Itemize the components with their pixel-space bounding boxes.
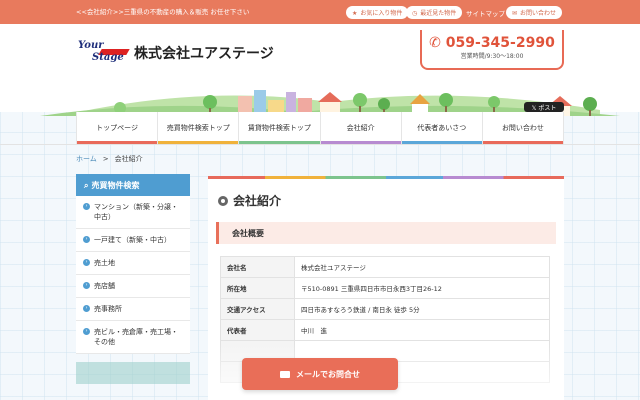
contact-top-button[interactable]: ✉ お問い合わせ <box>506 6 563 19</box>
nav-top-label: トップページ <box>96 124 139 132</box>
chevron-right-icon: › <box>83 236 90 243</box>
sitemap-link[interactable]: サイトマップ <box>466 8 505 18</box>
star-icon: ★ <box>352 10 358 17</box>
sidebar-item-label: 一戸建て（新築・中古） <box>94 236 171 244</box>
table-row: 交通アクセス 四日市あすなろう鉄道 / 南日永 徒歩 5分 <box>220 298 550 320</box>
table-value: 中川 進 <box>294 319 550 341</box>
mail-contact-button[interactable]: メールでお問合せ <box>242 358 398 390</box>
chevron-right-icon: › <box>83 282 90 289</box>
clock-icon: ◷ <box>412 10 418 17</box>
search-icon: ⌕ <box>84 181 89 190</box>
nav-company-label: 会社紹介 <box>346 124 375 132</box>
chevron-right-icon: › <box>83 203 90 210</box>
business-hours: 営業時間/9:30～18:00 <box>460 53 524 60</box>
nav-greeting-label: 代表者あいさつ <box>417 124 467 132</box>
breadcrumb-current: 会社紹介 <box>114 155 143 163</box>
sidebar-list: › マンション（新築・分譲・中古） › 一戸建て（新築・中古） › 売土地 › 売店舗 … <box>76 196 190 354</box>
logo-line2: Stage <box>92 52 124 63</box>
recent-label: 最近見た物件 <box>420 10 457 17</box>
sidebar-item-land[interactable]: › 売土地 <box>76 252 190 275</box>
logo-line1: Your <box>78 40 104 51</box>
sidebar-item-label: マンション（新築・分譲・中古） <box>94 203 178 221</box>
breadcrumb-home[interactable]: ホーム <box>76 155 97 163</box>
page-title: 会社紹介 <box>218 192 281 209</box>
table-row: 代表者 中川 進 <box>220 319 550 341</box>
chevron-right-icon: › <box>83 328 90 335</box>
favorites-label: お気に入り物件 <box>360 10 403 17</box>
page-title-text: 会社紹介 <box>233 194 282 208</box>
nav-rent-search[interactable]: 賃貸物件検索トップ <box>239 112 321 144</box>
nav-sale-label: 売買物件検索トップ <box>166 124 230 132</box>
contact-top-label: お問い合わせ <box>520 10 557 17</box>
nav-company[interactable]: 会社紹介 <box>320 112 402 144</box>
sidebar-heading: ⌕ 売買物件検索 <box>76 174 190 196</box>
table-row: 所在地 〒510-0891 三重県四日市市日永西3丁目26-12 <box>220 277 550 299</box>
table-key: 代表者 <box>220 319 295 341</box>
phone-text: 059-345-2990 <box>445 35 555 51</box>
global-nav: トップページ 売買物件検索トップ 賃貸物件検索トップ 会社紹介 代表者あいさつ … <box>76 112 565 144</box>
nav-rent-label: 賃貸物件検索トップ <box>247 124 311 132</box>
sidebar-item-office[interactable]: › 売事務所 <box>76 298 190 321</box>
sidebar-heading-2-faded <box>76 362 190 384</box>
table-value: 株式会社ユアステージ <box>294 256 550 278</box>
rainbow-bar <box>208 176 564 179</box>
section-heading: 会社概要 <box>216 222 556 244</box>
sidebar-item-label: 売店舗 <box>94 282 115 290</box>
mail-icon <box>280 371 290 378</box>
header: Your Stage 株式会社ユアステージ ✆ 059-345-2990 営業時… <box>0 24 640 116</box>
sidebar-item-label: 売事務所 <box>94 305 122 313</box>
sidebar-item-shop[interactable]: › 売店舗 <box>76 275 190 298</box>
chevron-right-icon: › <box>83 305 90 312</box>
table-row: 会社名 株式会社ユアステージ <box>220 256 550 278</box>
table-key: 交通アクセス <box>220 298 295 320</box>
nav-greeting[interactable]: 代表者あいさつ <box>401 112 483 144</box>
tagline: <<会社紹介>>三重県の不動産の購入＆販売 お任せ下さい <box>76 8 250 16</box>
favorites-button[interactable]: ★ お気に入り物件 <box>346 6 409 19</box>
nav-top[interactable]: トップページ <box>76 112 159 144</box>
mail-contact-label: メールでお問合せ <box>296 370 360 379</box>
phone-box: ✆ 059-345-2990 営業時間/9:30～18:00 <box>420 30 564 70</box>
sidebar-item-label: 売土地 <box>94 259 115 267</box>
sidebar-item-building[interactable]: › 売ビル・売倉庫・売工場・その他 <box>76 321 190 354</box>
phone-number[interactable]: ✆ 059-345-2990 <box>422 35 562 51</box>
tweet-label: ポスト <box>538 105 557 112</box>
phone-icon: ✆ <box>429 35 446 51</box>
recent-button[interactable]: ◷ 最近見た物件 <box>406 6 463 19</box>
sidebar-item-label: 売ビル・売倉庫・売工場・その他 <box>94 328 178 346</box>
nav-contact[interactable]: お問い合わせ <box>482 112 565 144</box>
table-key: 所在地 <box>220 277 295 299</box>
table-value: 〒510-0891 三重県四日市市日永西3丁目26-12 <box>294 277 550 299</box>
sidebar-item-mansion[interactable]: › マンション（新築・分譲・中古） <box>76 196 190 229</box>
top-strip: <<会社紹介>>三重県の不動産の購入＆販売 お任せ下さい ★ お気に入り物件 ◷ 最… <box>0 0 640 24</box>
nav-sale-search[interactable]: 売買物件検索トップ <box>158 112 240 144</box>
tweet-button[interactable]: 𝕏 ポスト <box>524 102 564 112</box>
mail-icon: ✉ <box>512 10 518 17</box>
circle-icon <box>218 196 228 206</box>
table-key: 会社名 <box>220 256 295 278</box>
table-value: 四日市あすなろう鉄道 / 南日永 徒歩 5分 <box>294 298 550 320</box>
breadcrumb-separator: > <box>102 155 109 163</box>
sidebar-heading-label: 売買物件検索 <box>91 181 140 190</box>
sidebar-item-house[interactable]: › 一戸建て（新築・中古） <box>76 229 190 252</box>
nav-divider <box>0 144 640 145</box>
company-name: 株式会社ユアステージ <box>134 46 274 62</box>
nav-contact-label: お問い合わせ <box>501 124 544 132</box>
chevron-right-icon: › <box>83 259 90 266</box>
breadcrumb: ホーム > 会社紹介 <box>76 154 143 164</box>
logo[interactable]: Your Stage <box>78 40 130 68</box>
